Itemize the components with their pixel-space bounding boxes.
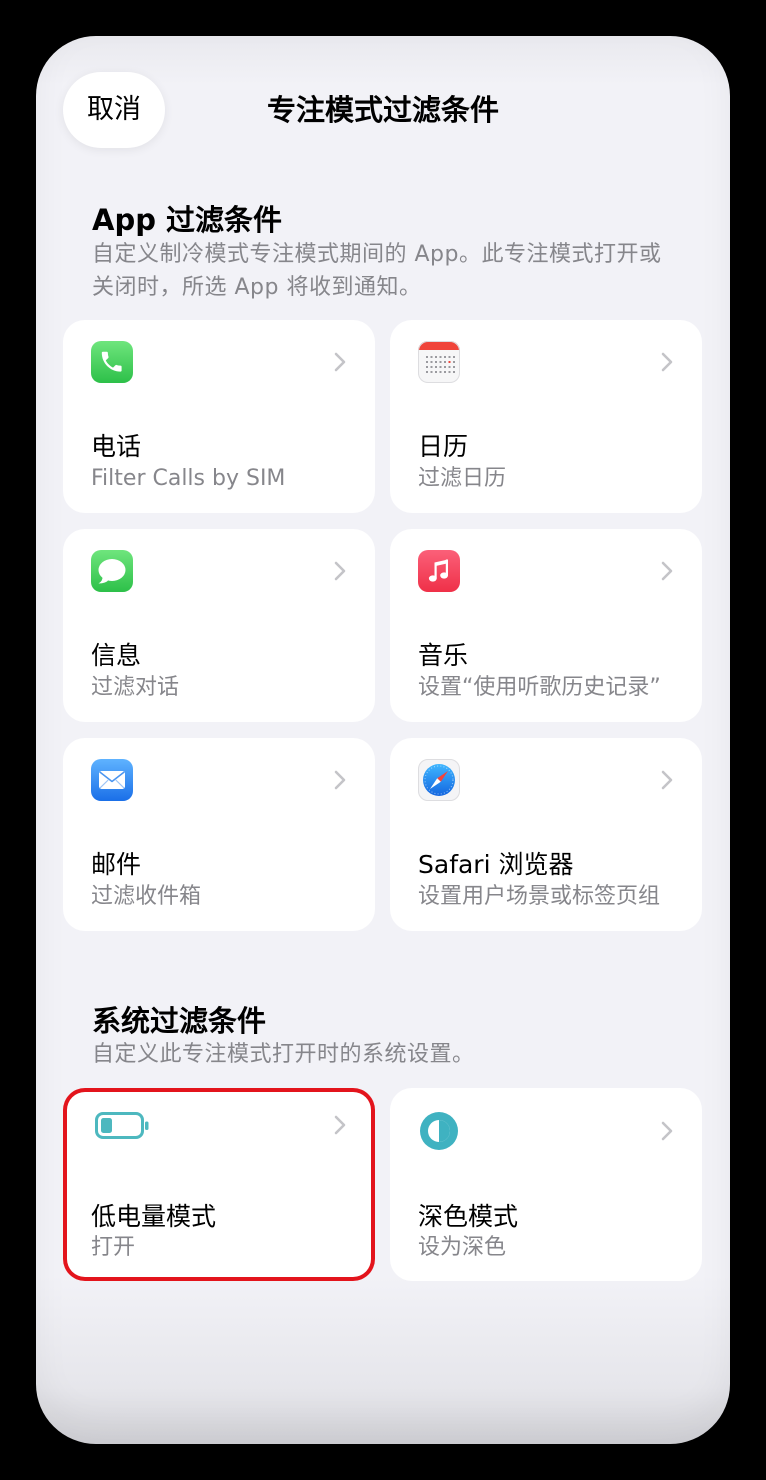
system-filters-title: 系统过滤条件 [92, 1004, 267, 1038]
filter-card-safari[interactable]: Safari 浏览器 设置用户场景或标签页组 [390, 738, 702, 931]
card-title: Safari 浏览器 [418, 850, 574, 879]
app-filters-description: 自定义制冷模式专注模式期间的 App。此专注模式打开或关闭时，所选 App 将收… [92, 242, 662, 300]
chevron-right-icon [661, 770, 673, 790]
phone-icon [91, 341, 133, 383]
app-filters-title: App 过滤条件 [92, 203, 283, 237]
chevron-right-icon [661, 1121, 673, 1141]
card-title: 信息 [91, 641, 142, 670]
filter-card-mail[interactable]: 邮件 过滤收件箱 [63, 738, 375, 931]
card-subtitle: 过滤日历 [418, 466, 507, 491]
chevron-right-icon [334, 352, 346, 372]
mail-icon [91, 759, 133, 801]
chevron-right-icon [334, 770, 346, 790]
chevron-right-icon [661, 561, 673, 581]
cancel-button[interactable]: 取消 [63, 72, 165, 148]
card-subtitle: 设置用户场景或标签页组 [418, 884, 661, 909]
filter-card-low-power-mode[interactable]: 低电量模式 打开 [63, 1088, 375, 1281]
filter-card-dark-mode[interactable]: 深色模式 设为深色 [390, 1088, 702, 1281]
card-subtitle: 设置“使用听歌历史记录” [418, 675, 661, 700]
system-filters-description: 自定义此专注模式打开时的系统设置。 [92, 1042, 475, 1067]
card-subtitle: 过滤对话 [91, 675, 180, 700]
messages-icon [91, 550, 133, 592]
chevron-right-icon [334, 1115, 346, 1135]
dark-mode-icon [420, 1112, 458, 1150]
card-subtitle: 过滤收件箱 [91, 884, 202, 909]
card-title: 深色模式 [418, 1202, 519, 1231]
card-subtitle: Filter Calls by SIM [91, 466, 286, 491]
card-title: 低电量模式 [91, 1202, 217, 1231]
card-subtitle: 设为深色 [418, 1235, 507, 1260]
card-title: 电话 [91, 432, 142, 461]
safari-icon [418, 759, 460, 801]
filter-card-music[interactable]: 音乐 设置“使用听歌历史记录” [390, 529, 702, 722]
card-title: 日历 [418, 432, 469, 461]
music-icon [418, 550, 460, 592]
filter-card-calendar[interactable]: 日历 过滤日历 [390, 320, 702, 513]
filter-card-messages[interactable]: 信息 过滤对话 [63, 529, 375, 722]
page-title: 专注模式过滤条件 [266, 93, 499, 127]
chevron-right-icon [661, 352, 673, 372]
card-subtitle: 打开 [91, 1235, 136, 1260]
low-battery-icon [95, 1112, 151, 1140]
card-title: 邮件 [91, 850, 142, 879]
calendar-icon [418, 341, 460, 383]
filter-card-phone[interactable]: 电话 Filter Calls by SIM [63, 320, 375, 513]
card-title: 音乐 [418, 641, 469, 670]
focus-filters-sheet: 取消 专注模式过滤条件 App 过滤条件 自定义制冷模式专注模式期间的 App。… [36, 36, 730, 1444]
chevron-right-icon [334, 561, 346, 581]
